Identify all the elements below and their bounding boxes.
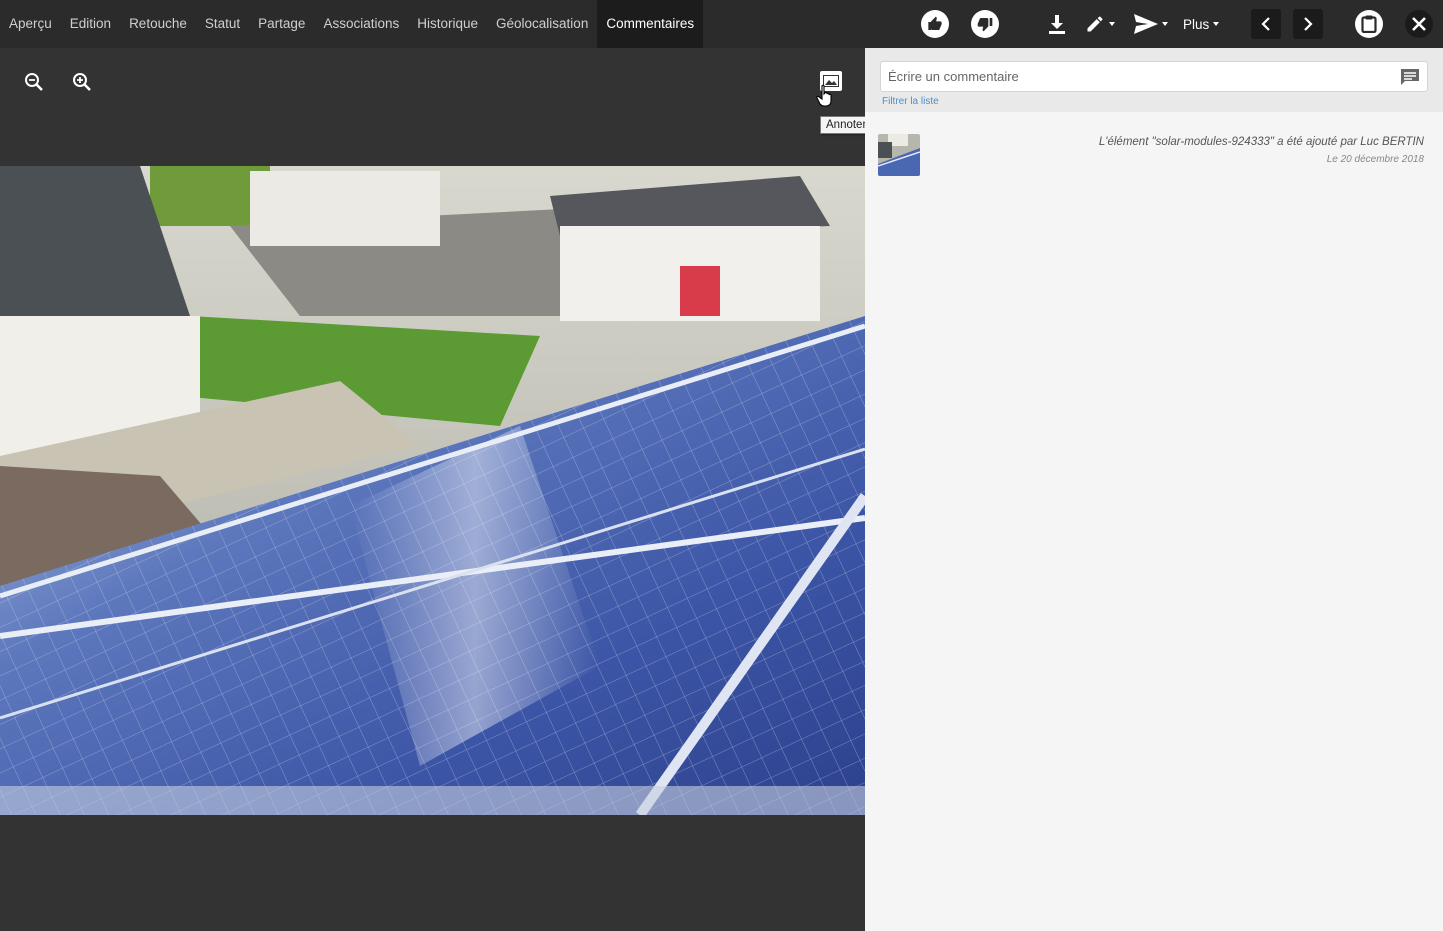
tab-associations[interactable]: Associations — [314, 0, 408, 48]
tab-historique[interactable]: Historique — [408, 0, 487, 48]
comment-icon[interactable] — [1400, 68, 1420, 86]
next-button[interactable] — [1293, 9, 1323, 39]
like-button[interactable] — [921, 10, 949, 38]
activity-thumbnail — [878, 134, 920, 176]
zoom-out-icon — [25, 73, 43, 91]
zoom-out-button[interactable] — [22, 70, 46, 94]
filter-list-link[interactable]: Filtrer la liste — [882, 96, 939, 107]
tab-commentaires[interactable]: Commentaires — [597, 0, 704, 48]
tab-edition[interactable]: Edition — [61, 0, 120, 48]
comments-panel: Filtrer la liste L'élément "solar-module… — [865, 48, 1443, 931]
zoom-in-button[interactable] — [70, 70, 94, 94]
tab-retouche[interactable]: Retouche — [120, 0, 196, 48]
activity-date: Le 20 décembre 2018 — [1326, 154, 1424, 165]
tab-partage[interactable]: Partage — [249, 0, 314, 48]
caret-down-icon — [1162, 22, 1168, 26]
clipboard-button[interactable] — [1355, 10, 1383, 38]
thumbs-down-icon — [977, 18, 993, 32]
top-toolbar: Aperçu Edition Retouche Statut Partage A… — [0, 0, 1443, 48]
zoom-in-icon — [73, 73, 91, 91]
activity-text: L'élément "solar-modules-924333" a été a… — [1098, 136, 1424, 148]
comment-header: Filtrer la liste — [865, 48, 1443, 112]
download-icon — [1049, 15, 1065, 34]
more-label: Plus — [1183, 16, 1210, 32]
previous-button[interactable] — [1251, 9, 1281, 39]
chevron-right-icon — [1304, 17, 1313, 31]
send-icon — [1134, 14, 1158, 34]
caret-down-icon — [1109, 22, 1115, 26]
dislike-button[interactable] — [971, 10, 999, 38]
tab-apercu[interactable]: Aperçu — [0, 0, 61, 48]
close-button[interactable] — [1405, 10, 1433, 38]
edit-dropdown[interactable] — [1083, 13, 1117, 35]
tab-bar: Aperçu Edition Retouche Statut Partage A… — [0, 0, 704, 48]
chevron-left-icon — [1261, 17, 1270, 31]
download-button[interactable] — [1046, 14, 1068, 36]
clipboard-icon — [1361, 15, 1377, 33]
thumbs-up-icon — [928, 16, 942, 30]
tab-geolocalisation[interactable]: Géolocalisation — [487, 0, 597, 48]
send-dropdown[interactable] — [1133, 13, 1169, 35]
hand-cursor-icon — [816, 84, 832, 107]
solar-panels-image — [0, 166, 865, 815]
tab-statut[interactable]: Statut — [196, 0, 249, 48]
more-dropdown[interactable]: Plus — [1183, 0, 1220, 48]
image-viewer: Annoter le visuel — [0, 48, 918, 931]
edit-icon — [1087, 16, 1103, 32]
activity-item: L'élément "solar-modules-924333" a été a… — [878, 126, 1430, 176]
close-icon — [1412, 17, 1426, 31]
caret-down-icon — [1213, 22, 1220, 26]
comment-input[interactable] — [880, 61, 1428, 92]
